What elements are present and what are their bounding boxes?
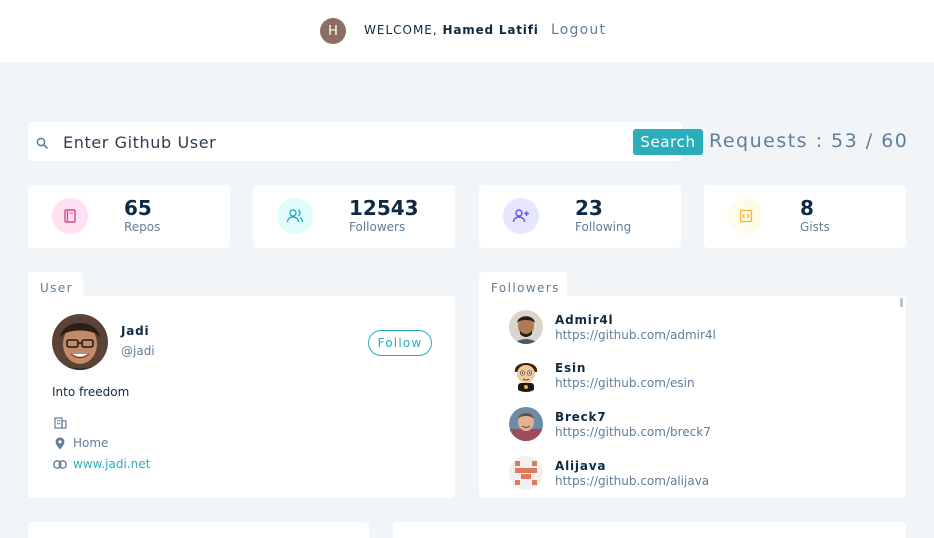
follower-info: Alijava https://github.com/alijava: [555, 459, 709, 488]
follow-button[interactable]: Follow: [368, 330, 432, 356]
chart-card-languages: [28, 522, 369, 538]
follower-avatar: [509, 456, 543, 490]
user-avatar: [52, 314, 108, 370]
search-input[interactable]: [63, 129, 623, 155]
book-icon: [52, 198, 88, 234]
search-icon: [36, 134, 48, 153]
follower-avatar: [509, 407, 543, 441]
follower-info: Admir4l https://github.com/admir4l: [555, 313, 716, 342]
company-row: [52, 416, 73, 430]
user-handle: @jadi: [121, 344, 155, 358]
stat-card-followers: 12543 Followers: [253, 185, 455, 248]
user-blog-link[interactable]: www.jadi.net: [73, 457, 150, 471]
requests-counter: Requests : 53 / 60: [709, 130, 909, 152]
user-card: Jadi @jadi Follow Into freedom Home www.…: [28, 296, 455, 498]
user-plus-icon: [503, 198, 539, 234]
stat-label: Gists: [800, 220, 830, 234]
stat-value: 12543: [349, 196, 419, 220]
follower-avatar: [509, 310, 543, 344]
follower-login: Esin: [555, 360, 587, 375]
stat-label: Followers: [349, 220, 406, 234]
stat-value: 8: [800, 196, 814, 220]
users-icon: [277, 198, 313, 234]
scrollbar[interactable]: [900, 298, 903, 307]
follower-url[interactable]: https://github.com/alijava: [555, 474, 709, 488]
stat-label: Repos: [124, 220, 161, 234]
welcome-prefix: WELCOME,: [364, 23, 438, 37]
code-icon: [728, 198, 764, 234]
follower-info: Esin https://github.com/esin: [555, 361, 695, 390]
follower-item[interactable]: Alijava https://github.com/alijava: [509, 456, 709, 490]
follower-item[interactable]: Admir4l https://github.com/admir4l: [509, 310, 716, 344]
welcome-text: WELCOME, Hamed Latifi: [364, 23, 539, 37]
follower-avatar: [509, 358, 543, 392]
chart-card-popular: [393, 522, 906, 538]
stat-card-repos: 65 Repos: [28, 185, 230, 248]
welcome-user-name: Hamed Latifi: [442, 23, 539, 37]
follower-login: Alijava: [555, 458, 607, 473]
user-bio: Into freedom: [52, 385, 130, 399]
followers-card: Admir4l https://github.com/admir4l Esin …: [479, 296, 906, 498]
navbar: H WELCOME, Hamed Latifi Logout: [0, 0, 934, 62]
tab-followers: Followers: [479, 272, 567, 298]
search-form: Search: [28, 122, 703, 161]
map-pin-icon: [52, 436, 68, 450]
stat-value: 23: [575, 196, 603, 220]
stat-value: 65: [124, 196, 152, 220]
follower-login: Breck7: [555, 409, 607, 424]
follower-item[interactable]: Esin https://github.com/esin: [509, 358, 695, 392]
follower-url[interactable]: https://github.com/breck7: [555, 425, 711, 439]
building-icon: [52, 416, 68, 430]
nav-avatar: H: [320, 18, 346, 44]
stat-card-gists: 8 Gists: [704, 185, 906, 248]
tab-user: User: [28, 272, 83, 298]
user-name: Jadi: [121, 324, 150, 338]
location-row: Home: [52, 436, 108, 450]
follower-item[interactable]: Breck7 https://github.com/breck7: [509, 407, 711, 441]
follower-info: Breck7 https://github.com/breck7: [555, 410, 711, 439]
follower-login: Admir4l: [555, 312, 614, 327]
search-button[interactable]: Search: [633, 129, 703, 155]
stat-label: Following: [575, 220, 632, 234]
follower-url[interactable]: https://github.com/esin: [555, 376, 695, 390]
link-icon: [52, 457, 68, 471]
stat-card-following: 23 Following: [479, 185, 681, 248]
blog-row: www.jadi.net: [52, 457, 150, 471]
user-location: Home: [73, 436, 109, 450]
follower-url[interactable]: https://github.com/admir4l: [555, 328, 716, 342]
logout-button[interactable]: Logout: [551, 22, 606, 38]
